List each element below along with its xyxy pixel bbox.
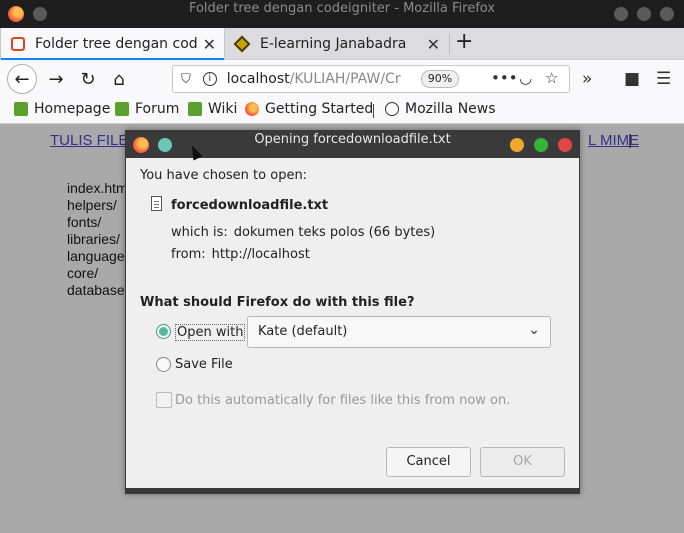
file-source-row: from: http://localhost — [171, 247, 310, 262]
url-path: /KULIAH/PAW/Cr — [289, 71, 401, 87]
overflow-chevron-icon[interactable]: » — [582, 69, 592, 89]
chevron-down-icon: ⌄ — [528, 322, 540, 338]
manjaro-icon — [115, 102, 129, 116]
bookmark-label: Wiki — [208, 101, 238, 117]
ok-button[interactable]: OK — [480, 447, 565, 477]
file-name: forcedownloadfile.txt — [171, 198, 329, 213]
auto-action-label: Do this automatically for files like thi… — [175, 393, 511, 408]
chosen-text: You have chosen to open: — [140, 168, 308, 183]
from-value: http://localhost — [211, 247, 310, 262]
application-select[interactable]: Kate (default) ⌄ — [247, 316, 551, 348]
reload-icon[interactable]: ↻ — [74, 65, 102, 93]
text-file-icon — [151, 196, 162, 211]
tab-strip: Folder tree dengan codeigniter ✕ E-learn… — [0, 28, 684, 60]
bookmark-label: Homepage — [34, 101, 111, 117]
bookmark-wiki[interactable]: Wiki — [188, 101, 237, 117]
folder-list: index.htm helpers/ fonts/ libraries/ lan… — [67, 180, 128, 299]
url-host: localhost — [226, 71, 290, 87]
manjaro-icon — [188, 102, 202, 116]
list-item: index.htm — [67, 180, 128, 196]
bookmark-forum[interactable]: Forum — [115, 101, 179, 117]
window-titlebar: Folder tree dengan codeigniter - Mozilla… — [0, 0, 684, 28]
tab-folder-tree[interactable]: Folder tree dengan codeigniter ✕ — [0, 28, 225, 60]
codeigniter-icon — [11, 37, 25, 51]
list-item: database — [67, 282, 125, 298]
auto-action-checkbox[interactable] — [156, 392, 172, 408]
url-text[interactable]: localhost/KULIAH/PAW/Cr — [227, 71, 407, 87]
bookmark-homepage[interactable]: Homepage — [14, 101, 110, 117]
link-separator: | — [628, 132, 632, 149]
firefox-icon — [245, 102, 259, 116]
which-is-label: which is: — [171, 225, 228, 240]
minimize-icon[interactable] — [510, 138, 524, 152]
home-icon[interactable]: ⌂ — [105, 65, 133, 93]
maximize-icon[interactable] — [534, 138, 548, 152]
page-link-tulis-file[interactable]: TULIS FILE — [50, 132, 128, 149]
manjaro-icon — [14, 102, 28, 116]
page-actions-icon[interactable]: ••• — [491, 69, 518, 87]
close-icon[interactable] — [558, 138, 572, 152]
bookmarks-toolbar: Homepage Forum Wiki Getting Started Mozi… — [0, 98, 684, 124]
info-icon[interactable]: i — [202, 72, 217, 86]
selected-app: Kate (default) — [258, 324, 348, 339]
file-type-row: which is: dokumen teks polos (66 bytes) — [171, 225, 435, 240]
forward-icon[interactable]: → — [42, 65, 70, 93]
close-tab-icon[interactable]: ✕ — [427, 35, 440, 54]
which-is-value: dokumen teks polos (66 bytes) — [233, 225, 436, 240]
tab-label: E-learning Janabadra — [260, 36, 407, 52]
list-item: libraries/ — [67, 231, 120, 247]
list-item: helpers/ — [67, 197, 117, 213]
bookmark-label: Mozilla News — [405, 101, 496, 117]
from-label: from: — [171, 247, 206, 262]
maximize-icon[interactable] — [637, 7, 651, 21]
bookmark-mozilla-news[interactable]: Mozilla News — [385, 101, 496, 117]
window-title: Folder tree dengan codeigniter - Mozilla… — [188, 1, 496, 16]
url-bar[interactable]: ⛉ i localhost/KULIAH/PAW/Cr 90% ••• ◡ ☆ — [172, 65, 570, 93]
bookmark-getting-started[interactable]: Getting Started — [245, 101, 373, 117]
list-item: core/ — [67, 265, 99, 281]
pocket-icon[interactable]: ◡ — [519, 69, 532, 87]
tab-divider — [449, 34, 450, 54]
tab-label: Folder tree dengan codeigniter — [35, 36, 198, 52]
action-question: What should Firefox do with this file? — [140, 295, 415, 310]
bookmark-separator — [373, 104, 374, 118]
zoom-indicator[interactable]: 90% — [420, 70, 460, 88]
minimize-icon[interactable] — [614, 7, 628, 21]
open-with-radio[interactable] — [156, 324, 171, 339]
open-with-label[interactable]: Open with — [175, 324, 246, 341]
close-icon[interactable] — [660, 7, 674, 21]
menu-icon[interactable]: ☰ — [656, 69, 671, 89]
dialog-bottom-border — [126, 488, 579, 494]
new-tab-icon[interactable]: + — [455, 29, 473, 54]
globe-icon — [385, 102, 399, 116]
list-item: language — [67, 248, 125, 264]
bookmark-label: Forum — [135, 101, 180, 117]
back-icon[interactable]: ← — [7, 64, 37, 94]
bookmark-label: Getting Started — [265, 101, 374, 117]
bookmark-star-icon[interactable]: ☆ — [545, 69, 558, 87]
save-file-radio[interactable] — [156, 357, 171, 372]
save-file-label[interactable]: Save File — [175, 357, 233, 372]
tab-elearning[interactable]: E-learning Janabadra ✕ — [226, 28, 448, 60]
navigation-bar: ← → ↻ ⌂ ⛉ i localhost/KULIAH/PAW/Cr 90% … — [0, 60, 684, 98]
download-dialog: Opening forcedownloadfile.txt You have c… — [125, 130, 580, 494]
close-tab-icon[interactable]: ✕ — [203, 35, 216, 54]
janabadra-icon — [233, 35, 251, 53]
dialog-body: You have chosen to open: forcedownloadfi… — [126, 158, 579, 488]
list-item: fonts/ — [67, 214, 102, 230]
cancel-button[interactable]: Cancel — [386, 447, 471, 477]
extensions-icon[interactable]: ■ — [624, 69, 640, 89]
window-menu-icon[interactable] — [33, 7, 47, 21]
shield-icon[interactable]: ⛉ — [181, 72, 191, 87]
